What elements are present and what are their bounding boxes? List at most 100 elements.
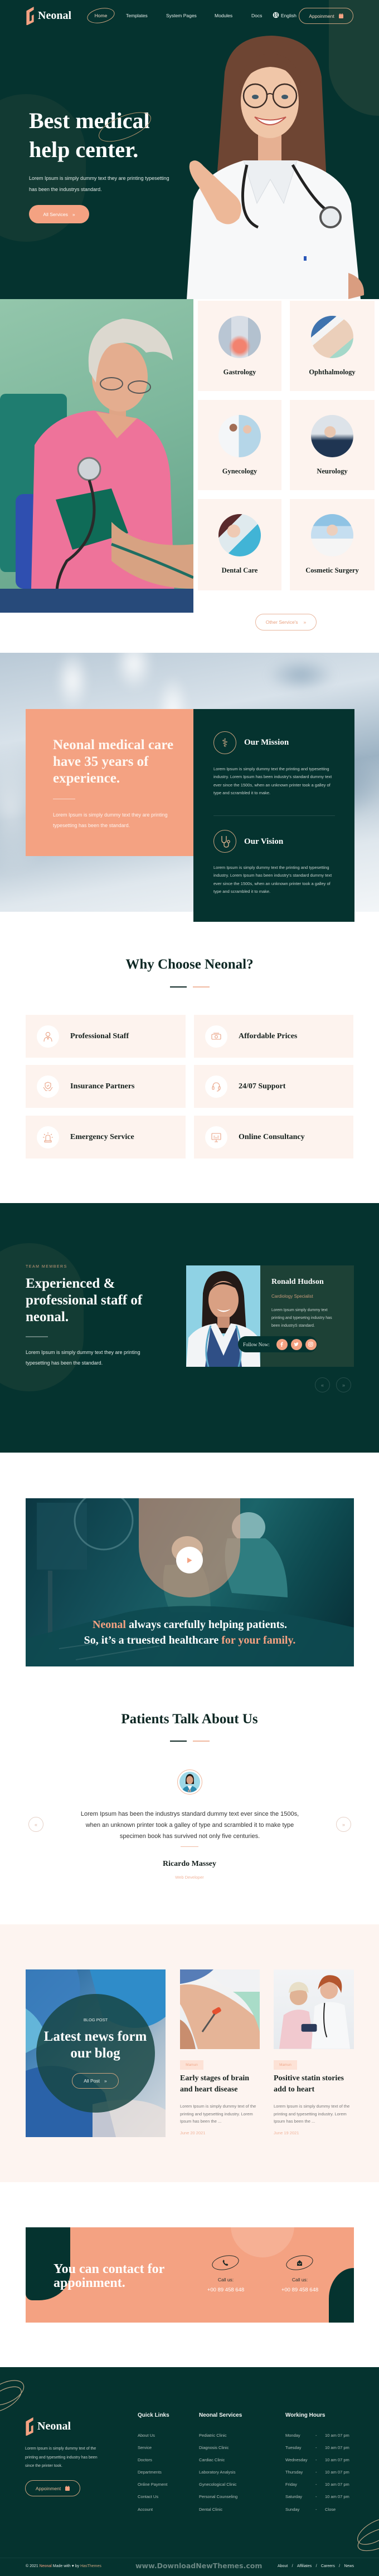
footer-link[interactable]: About Us — [138, 2432, 155, 2439]
blog-heading: Latest news form our blog — [43, 2029, 147, 2061]
footer-link[interactable]: Diagnosis Clinic — [199, 2445, 229, 2451]
footer-link[interactable]: Cardiac Clinic — [199, 2457, 225, 2463]
nav-templates[interactable]: Templates — [126, 12, 148, 19]
hours-time: 10 am 07 pm — [325, 2445, 349, 2450]
divider — [26, 1336, 48, 1337]
nav-modules[interactable]: Modules — [215, 12, 232, 19]
hours-day: Sunday — [285, 2507, 300, 2512]
bottom-link-about[interactable]: About — [278, 2563, 288, 2570]
team-prev-button[interactable]: « — [315, 1377, 330, 1392]
decorative-shape — [231, 2227, 294, 2257]
service-image — [218, 316, 261, 358]
bottom-link-affiliates[interactable]: Affiliates — [297, 2563, 312, 2570]
divider-accent — [193, 986, 210, 988]
twitter-icon[interactable] — [290, 1338, 302, 1350]
footer-link[interactable]: Departments — [138, 2469, 162, 2476]
feature-card: Affordable Prices — [194, 1015, 353, 1058]
footer-link[interactable]: Online Payment — [138, 2481, 167, 2488]
testimonials-title: Patients Talk About Us — [121, 1712, 258, 1727]
service-card-gynecology[interactable]: Gynecology — [198, 400, 281, 490]
testimonial-prev-button[interactable]: « — [28, 1817, 43, 1832]
all-services-button[interactable]: All Services » — [29, 205, 89, 223]
all-posts-button[interactable]: All Post » — [72, 2073, 119, 2089]
nav-system-pages[interactable]: System Pages — [166, 12, 197, 19]
hours-day: Wednesday — [285, 2457, 308, 2462]
footer-link[interactable]: Personal Counseling — [199, 2494, 237, 2500]
caption-text: always carefully helping patients. — [125, 1619, 288, 1631]
follow-label: Follow Now: — [243, 1341, 270, 1347]
footer-appointment-button[interactable]: Appoinment — [25, 2480, 80, 2496]
double-chevron-right-icon: » — [104, 2078, 107, 2084]
hours-separator: - — [315, 2445, 317, 2450]
bottom-link-news[interactable]: News — [344, 2563, 354, 2570]
instagram-icon[interactable] — [305, 1338, 317, 1350]
service-title: Dental Care — [221, 566, 258, 574]
watermark: www.DownloadNewThemes.com — [135, 2562, 263, 2570]
post-tag[interactable]: Mamun — [180, 2060, 203, 2070]
copyright-author-link[interactable]: HasThemes — [80, 2564, 101, 2568]
hero-title-line2: help center. — [29, 137, 139, 162]
hours-separator: - — [315, 2433, 317, 2438]
post-image[interactable] — [180, 1969, 260, 2049]
link-separator: / — [315, 2564, 317, 2568]
appointment-button-label: Appoinment — [35, 2485, 61, 2491]
link-separator: / — [291, 2564, 293, 2568]
contact-heading: You can contact for appoinment. — [54, 2262, 164, 2290]
footer-link[interactable]: Laboratory Analysis — [199, 2469, 235, 2476]
service-title: Gastrology — [223, 368, 256, 376]
experience-description: Lorem Ipsum is simply dummy text they ar… — [53, 812, 168, 828]
testimonial-role: Web Developer — [175, 1875, 204, 1880]
team-next-button[interactable]: » — [336, 1377, 351, 1392]
hours-separator: - — [315, 2482, 317, 2487]
appointment-button[interactable]: Appoinment — [299, 8, 353, 24]
footer-link[interactable]: Account — [138, 2506, 153, 2513]
footer-link[interactable]: Pediatric Clinic — [199, 2432, 227, 2439]
globe-icon[interactable] — [273, 12, 279, 18]
contact-label: Call us: — [217, 2277, 234, 2282]
facebook-icon[interactable] — [276, 1338, 288, 1350]
service-card-ophthalmology[interactable]: Ophthalmology — [290, 301, 375, 391]
play-icon — [187, 1557, 192, 1563]
play-button[interactable] — [176, 1547, 203, 1573]
footer-logo[interactable]: Neonal — [25, 2416, 71, 2436]
language-selector[interactable]: English — [281, 12, 297, 19]
post-tag[interactable]: Mamun — [274, 2060, 297, 2070]
footer-link[interactable]: Dental Clinic — [199, 2506, 222, 2513]
stethoscope-icon — [213, 830, 236, 853]
footer-link[interactable]: Gynecological Clinic — [199, 2481, 237, 2488]
service-card-dental-care[interactable]: Dental Care — [198, 499, 281, 590]
footer-link[interactable]: Service — [138, 2445, 152, 2451]
services-title: Neonal Services — [199, 2412, 242, 2418]
feature-card: Emergency Service — [26, 1116, 186, 1159]
logo[interactable]: Neonal — [26, 6, 71, 25]
testimonial-next-button[interactable]: » — [336, 1817, 351, 1832]
hours-day: Friday — [285, 2482, 297, 2487]
service-card-gastrology[interactable]: Gastrology — [198, 301, 281, 391]
mission-title: Our Mission — [244, 738, 289, 747]
post-image[interactable] — [274, 1969, 354, 2049]
service-title: Cosmetic Surgery — [305, 566, 359, 574]
nav-docs[interactable]: Docs — [251, 12, 262, 19]
post-title[interactable]: Early stages of brain and heart disease — [180, 2073, 261, 2095]
post-date: June 19 2021 — [274, 2130, 299, 2135]
double-chevron-right-icon: » — [342, 1382, 345, 1388]
footer-link[interactable]: Doctors — [138, 2457, 152, 2463]
post-title[interactable]: Positive statin stories add to heart — [274, 2073, 354, 2095]
footer-link[interactable]: Contact Us — [138, 2494, 158, 2500]
other-services-button[interactable]: Other Service's » — [255, 614, 317, 630]
doctor-icon — [37, 1025, 59, 1048]
contact-value: +00 89 458 648 — [281, 2287, 319, 2293]
feature-card: Professional Staff — [26, 1015, 186, 1058]
service-card-cosmetic-surgery[interactable]: Cosmetic Surgery — [290, 499, 375, 590]
mission-vision-panel: ⚕ Our Mission Lorem Ipsum is simply dumm… — [193, 709, 354, 922]
logo-mark-icon — [26, 6, 34, 25]
nav-home[interactable]: Home — [87, 12, 115, 19]
hours-separator: - — [315, 2470, 317, 2475]
copyright-brand-link[interactable]: Neonal — [40, 2564, 52, 2568]
hero-description: Lorem Ipsum is simply dummy text they ar… — [29, 175, 169, 192]
testimonial-quote: Lorem Ipsum has been the industrys stand… — [80, 1811, 299, 1840]
bottom-link-careers[interactable]: Careers — [321, 2563, 335, 2570]
insurance-hands-icon — [37, 1075, 59, 1098]
service-card-neurology[interactable]: Neurology — [290, 400, 375, 490]
footer-about-text: Lorem Ipsum is simply dummy text of the … — [25, 2447, 98, 2468]
